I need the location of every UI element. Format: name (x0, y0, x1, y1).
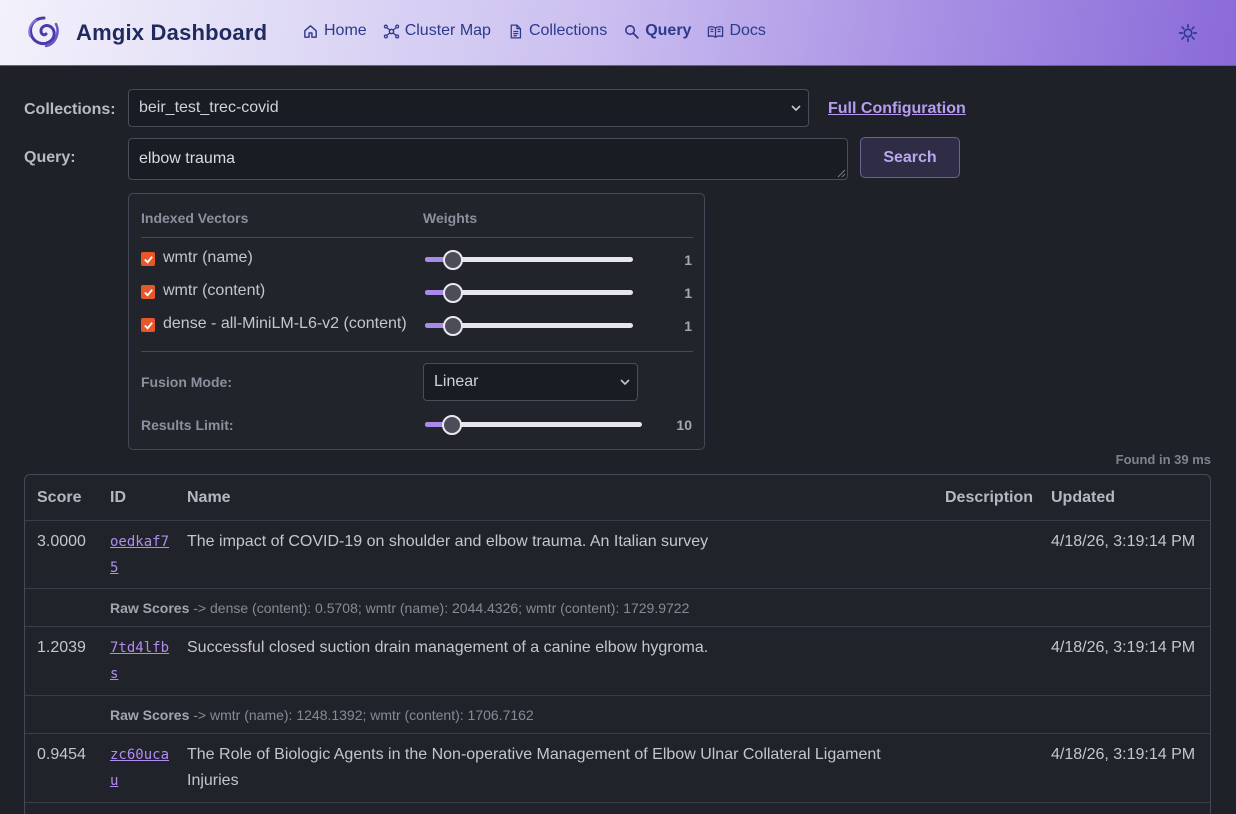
weight-value: 1 (684, 318, 692, 334)
vector-row: wmtr (content) 1 (141, 282, 693, 304)
spiral-logo-icon[interactable] (26, 14, 62, 50)
col-header-score[interactable]: Score (37, 489, 81, 507)
weight-value: 1 (684, 285, 692, 301)
raw-scores-label: Raw Scores (110, 600, 190, 616)
vector-name: dense - all-MiniLM-L6-v2 (content) (163, 315, 407, 332)
row-divider (25, 588, 1210, 589)
col-header-updated[interactable]: Updated (1051, 489, 1115, 507)
app-title: Amgix Dashboard (76, 20, 268, 45)
cluster-icon (383, 23, 399, 39)
checkmark-icon (143, 255, 153, 264)
sun-icon[interactable] (1178, 23, 1198, 43)
raw-scores-value: -> dense (content): 0.5708; wmtr (name):… (189, 600, 690, 616)
nav-query-label: Query (645, 22, 692, 39)
raw-scores: Raw Scores -> dense (content): 0.5708; w… (110, 600, 689, 616)
fusion-mode-value: Linear (434, 373, 479, 390)
raw-scores: Raw Scores -> wmtr (name): 1248.1392; wm… (110, 707, 534, 723)
chevron-down-icon (620, 379, 630, 386)
nav-collections[interactable]: Collections (507, 22, 607, 40)
nav-cluster-map[interactable]: Cluster Map (383, 22, 491, 40)
row-divider (25, 695, 1210, 696)
result-updated: 4/18/26, 3:19:14 PM (1051, 533, 1196, 550)
weight-slider[interactable] (425, 249, 633, 271)
fusion-mode-label: Fusion Mode: (141, 374, 232, 390)
slider-thumb[interactable] (443, 283, 463, 303)
slider-thumb[interactable] (442, 415, 462, 435)
result-updated: 4/18/26, 3:19:14 PM (1051, 639, 1196, 656)
slider-thumb[interactable] (443, 316, 463, 336)
main-nav: Home Cluster Map Collections Query Docs (302, 22, 766, 40)
row-divider (25, 520, 1210, 521)
result-name: The impact of COVID-19 on shoulder and e… (187, 533, 709, 550)
chevron-down-icon (791, 105, 801, 112)
result-score: 0.9454 (37, 746, 86, 763)
weight-value: 1 (684, 252, 692, 268)
document-icon (510, 23, 522, 39)
search-button[interactable]: Search (860, 137, 960, 178)
result-id-link[interactable]: oedkaf75 (110, 529, 170, 581)
nav-home-label: Home (324, 22, 367, 39)
result-name: The Role of Biologic Agents in the Non-o… (187, 746, 881, 789)
col-header-id[interactable]: ID (110, 489, 126, 507)
full-configuration-link[interactable]: Full Configuration (828, 100, 966, 118)
results-limit-slider[interactable] (425, 414, 642, 436)
weight-slider[interactable] (425, 315, 633, 337)
row-divider (25, 626, 1210, 627)
weights-header: Weights (423, 210, 478, 226)
divider (141, 237, 693, 238)
vector-checkbox[interactable] (141, 285, 155, 299)
result-id-link[interactable]: 7td4lfbs (110, 635, 170, 687)
nav-query[interactable]: Query (623, 22, 691, 40)
result-id-link[interactable]: zc60ucau (110, 742, 170, 794)
query-label: Query: (24, 149, 76, 166)
fusion-mode-select[interactable]: Linear (423, 363, 638, 401)
results-limit-label: Results Limit: (141, 417, 234, 433)
query-input[interactable] (128, 138, 848, 180)
slider-thumb[interactable] (443, 250, 463, 270)
result-updated: 4/18/26, 3:19:14 PM (1051, 746, 1196, 763)
vector-row: wmtr (name) 1 (141, 249, 693, 271)
vector-row: dense - all-MiniLM-L6-v2 (content) 1 (141, 315, 693, 337)
result-name: Successful closed suction drain manageme… (187, 639, 709, 656)
nav-docs[interactable]: Docs (707, 22, 766, 40)
nav-home[interactable]: Home (302, 22, 367, 40)
search-icon (625, 24, 639, 39)
raw-scores-value: -> wmtr (name): 1248.1392; wmtr (content… (189, 707, 534, 723)
vector-checkbox[interactable] (141, 318, 155, 332)
results-table: Score ID Name Description Updated 3.0000… (24, 474, 1211, 814)
divider (141, 351, 693, 352)
collection-select[interactable]: beir_test_trec-covid (128, 89, 809, 127)
row-divider (25, 733, 1210, 734)
book-icon (708, 25, 724, 38)
home-icon (304, 24, 317, 38)
query-timing: Found in 39 ms (1115, 452, 1211, 467)
nav-collections-label: Collections (528, 22, 608, 39)
collections-label: Collections: (24, 101, 116, 118)
row-divider (25, 802, 1210, 803)
vector-weights-panel: Indexed Vectors Weights wmtr (name) 1 wm… (128, 193, 705, 450)
vector-name: wmtr (name) (163, 249, 253, 266)
col-header-description[interactable]: Description (945, 489, 1033, 507)
vector-name: wmtr (content) (163, 282, 266, 299)
result-score: 3.0000 (37, 533, 86, 550)
checkmark-icon (143, 288, 153, 297)
raw-scores-label: Raw Scores (110, 707, 190, 723)
collection-select-value: beir_test_trec-covid (139, 99, 279, 116)
nav-docs-label: Docs (729, 22, 766, 39)
results-limit-value: 10 (676, 417, 692, 433)
resize-grip-icon[interactable] (836, 168, 846, 178)
vector-checkbox[interactable] (141, 252, 155, 266)
checkmark-icon (143, 321, 153, 330)
indexed-vectors-header: Indexed Vectors (141, 210, 249, 226)
nav-cluster-map-label: Cluster Map (404, 22, 491, 39)
weight-slider[interactable] (425, 282, 633, 304)
result-score: 1.2039 (37, 639, 86, 656)
col-header-name[interactable]: Name (187, 489, 231, 507)
app-header: Amgix Dashboard Home Cluster Map Collect… (0, 0, 1236, 66)
